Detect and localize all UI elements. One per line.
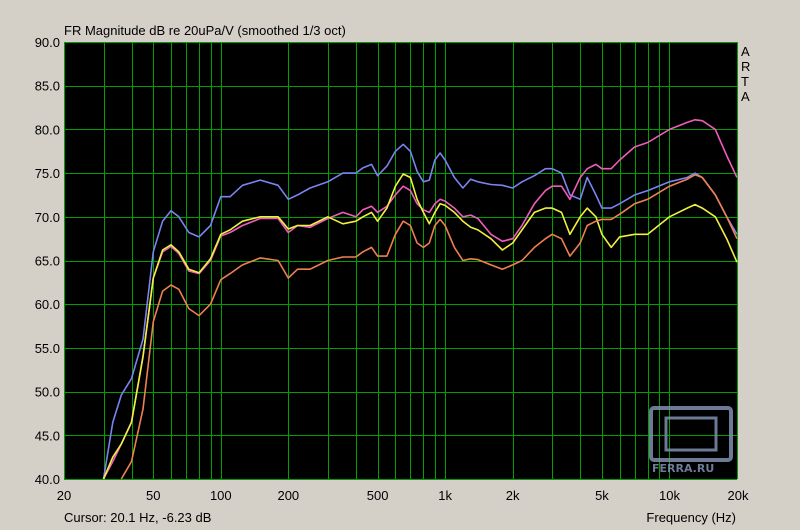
brand-letter-r: R: [741, 59, 750, 74]
brand-letter-a2: A: [741, 89, 750, 104]
y-tick-label: 70.0: [35, 210, 60, 225]
y-tick-label: 85.0: [35, 79, 60, 94]
brand-letter-a1: A: [741, 44, 750, 59]
y-tick-label: 40.0: [35, 472, 60, 487]
y-tick-label: 50.0: [35, 385, 60, 400]
x-tick-label: 5k: [595, 488, 609, 503]
x-tick-label: 1k: [438, 488, 452, 503]
y-tick-label: 90.0: [35, 35, 60, 50]
brand-letter-t: T: [741, 74, 749, 89]
brand-vertical-label: A R T A: [741, 44, 750, 104]
y-tick-label: 60.0: [35, 297, 60, 312]
x-tick-label: 10k: [659, 488, 680, 503]
y-tick-label: 80.0: [35, 122, 60, 137]
x-tick-label: 500: [367, 488, 389, 503]
y-tick-label: 65.0: [35, 254, 60, 269]
y-tick-label: 75.0: [35, 166, 60, 181]
frequency-response-chart: FR Magnitude dB re 20uPa/V (smoothed 1/3…: [35, 23, 751, 525]
x-tick-label: 50: [146, 488, 160, 503]
cursor-readout: Cursor: 20.1 Hz, -6.23 dB: [64, 510, 211, 525]
x-tick-labels: 20 50 100 200 500 1k 2k 5k 10k 20k: [57, 488, 749, 503]
y-tick-label: 55.0: [35, 341, 60, 356]
plot-area[interactable]: [64, 42, 737, 479]
x-tick-label: 2k: [506, 488, 520, 503]
watermark-text: FERRA.RU: [652, 462, 714, 475]
chart-title: FR Magnitude dB re 20uPa/V (smoothed 1/3…: [64, 23, 346, 38]
x-tick-label: 100: [210, 488, 232, 503]
y-tick-labels: 90.0 85.0 80.0 75.0 70.0 65.0 60.0 55.0 50.0 45.0…: [35, 35, 60, 487]
x-tick-label: 20k: [728, 488, 749, 503]
x-axis-label: Frequency (Hz): [646, 510, 736, 525]
x-tick-label: 20: [57, 488, 71, 503]
x-tick-label: 200: [277, 488, 299, 503]
y-tick-label: 45.0: [35, 428, 60, 443]
